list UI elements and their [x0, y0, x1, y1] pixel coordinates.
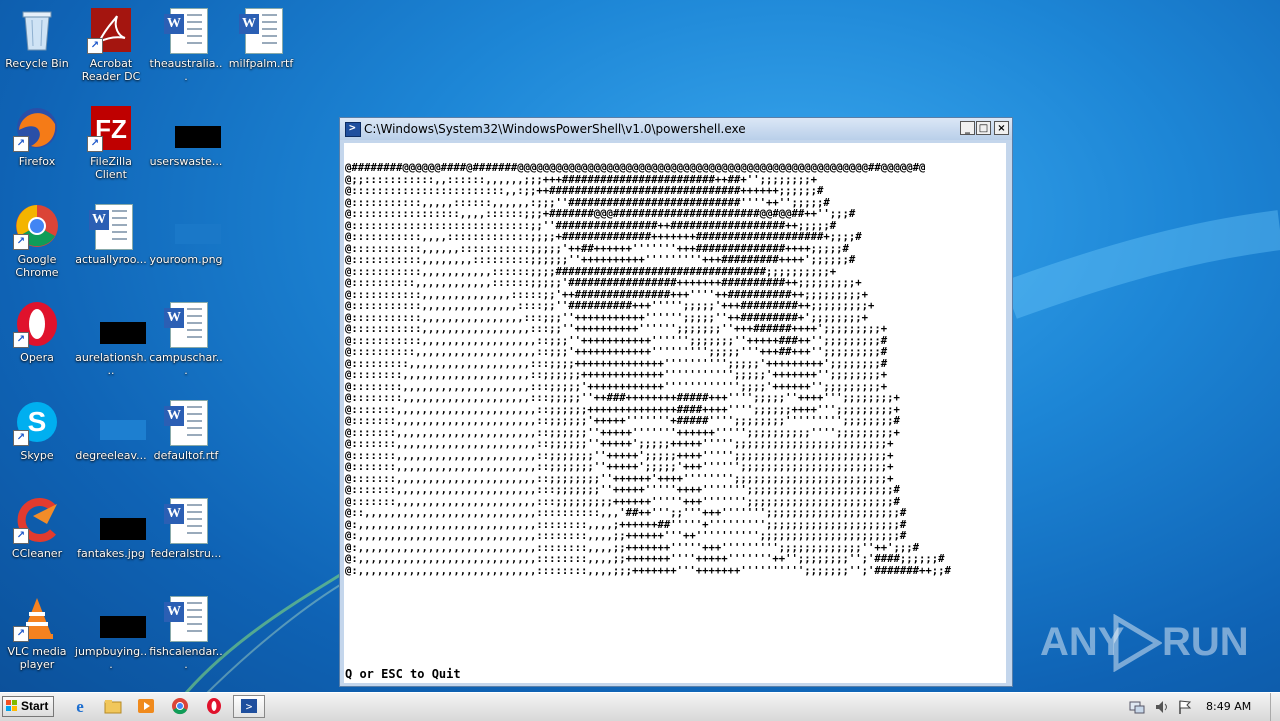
thumbnail-icon: [100, 322, 146, 344]
word-icon: W: [164, 602, 184, 622]
media-player-icon[interactable]: [136, 697, 156, 715]
desktop-icon-label: aurelationsh...: [75, 351, 147, 377]
desktop-icon-label: defaultof.rtf: [153, 449, 219, 462]
desktop-icon-label: theaustralia...: [149, 57, 223, 83]
desktop-icon-youroom[interactable]: youroom.png: [149, 202, 223, 266]
play-icon: [1113, 614, 1162, 672]
start-label: Start: [21, 699, 49, 713]
desktop-icon-label: Google Chrome: [15, 253, 59, 279]
svg-text:e: e: [76, 697, 84, 715]
close-button[interactable]: ×: [994, 121, 1009, 135]
desktop-icon-label: userswaste...: [149, 155, 223, 168]
desktop-icon-aurelationsh[interactable]: aurelationsh...: [74, 300, 148, 377]
desktop-icon-jumpbuying[interactable]: jumpbuying...: [74, 594, 148, 671]
desktop-icon-userswaste[interactable]: userswaste...: [149, 104, 223, 168]
thumbnail-icon: [100, 518, 146, 540]
show-hidden-icons-button[interactable]: ⌃: [0, 693, 1280, 712]
watermark-text-right: RUN: [1162, 620, 1249, 664]
word-icon: W: [89, 210, 109, 230]
powershell-taskbar-icon: >: [241, 699, 257, 713]
desktop-icon-actuallyroo[interactable]: W actuallyroo...: [74, 202, 148, 266]
desktop-icon-google-chrome[interactable]: ↗ Google Chrome: [0, 202, 74, 279]
desktop-icon-recycle-bin[interactable]: Recycle Bin: [0, 6, 74, 70]
thumbnail-icon: [100, 616, 146, 638]
shortcut-arrow-icon: ↗: [13, 430, 29, 446]
desktop-icon-milfpalm[interactable]: W milfpalm.rtf: [224, 6, 298, 70]
thumbnail-icon: [100, 420, 146, 440]
shortcut-arrow-icon: ↗: [87, 38, 103, 54]
desktop-icon-label: fantakes.jpg: [77, 547, 145, 560]
chrome-taskbar-icon[interactable]: [170, 697, 190, 715]
thumbnail-icon: [175, 126, 221, 148]
desktop-icon-label: fishcalendar...: [149, 645, 223, 671]
anyrun-watermark: ANY RUN: [1040, 612, 1249, 672]
desktop-icon-defaultof[interactable]: W defaultof.rtf: [149, 398, 223, 462]
internet-explorer-icon[interactable]: e: [70, 697, 90, 715]
action-center-flag-icon[interactable]: [1177, 699, 1193, 715]
recycle-bin-icon: [22, 11, 52, 51]
window-titlebar[interactable]: C:\Windows\System32\WindowsPowerShell\v1…: [340, 118, 1012, 140]
svg-text:>: >: [246, 700, 253, 713]
word-icon: W: [164, 14, 184, 34]
shortcut-arrow-icon: ↗: [13, 528, 29, 544]
desktop-icon-label: FileZilla Client: [90, 155, 132, 181]
desktop-icon-label: Opera: [20, 351, 54, 364]
desktop-icon-label: CCleaner: [11, 547, 63, 560]
word-icon: W: [164, 406, 184, 426]
shortcut-arrow-icon: ↗: [13, 234, 29, 250]
word-icon: W: [164, 504, 184, 524]
desktop-icon-fantakes[interactable]: fantakes.jpg: [74, 496, 148, 560]
opera-taskbar-icon[interactable]: [204, 697, 224, 715]
window-title: C:\Windows\System32\WindowsPowerShell\v1…: [364, 122, 746, 136]
desktop-icon-opera[interactable]: ↗ Opera: [0, 300, 74, 364]
desktop-icon-federalstru[interactable]: W federalstru...: [149, 496, 223, 560]
show-desktop-button[interactable]: [1270, 693, 1280, 721]
taskbar-powershell-button[interactable]: >: [233, 695, 265, 718]
powershell-icon: [345, 121, 361, 137]
windows-flag-icon: [6, 700, 18, 712]
console-area[interactable]: @########@@@@@@####@#######@@@@@@@@@@@@@…: [344, 143, 1006, 683]
desktop-icon-label: VLC media player: [7, 645, 67, 671]
desktop-icon-skype[interactable]: S ↗ Skype: [0, 398, 74, 462]
desktop-icon-filezilla[interactable]: FZ ↗ FileZilla Client: [74, 104, 148, 181]
shortcut-arrow-icon: ↗: [13, 332, 29, 348]
taskbar-clock[interactable]: 8:49 AM: [1206, 700, 1251, 713]
volume-icon[interactable]: [1154, 699, 1170, 715]
desktop-icon-degreeleav[interactable]: degreeleav...: [74, 398, 148, 462]
thumbnail-icon: [175, 224, 221, 244]
desktop-icon-label: Firefox: [18, 155, 56, 168]
network-icon[interactable]: [1129, 699, 1145, 715]
desktop-icon-fishcalendar[interactable]: W fishcalendar...: [149, 594, 223, 671]
maximize-button[interactable]: □: [976, 121, 991, 135]
desktop-icon-label: Recycle Bin: [5, 57, 69, 70]
file-explorer-icon[interactable]: [103, 697, 123, 715]
word-icon: W: [239, 14, 259, 34]
desktop-icon-label: Skype: [20, 449, 54, 462]
shortcut-arrow-icon: ↗: [13, 136, 29, 152]
desktop-icon-ccleaner[interactable]: ↗ CCleaner: [0, 496, 74, 560]
start-button[interactable]: Start: [2, 696, 54, 717]
desktop-icon-firefox[interactable]: ↗ Firefox: [0, 104, 74, 168]
desktop-icon-label: degreeleav...: [75, 449, 147, 462]
desktop-icon-label: campuschar...: [149, 351, 223, 377]
word-icon: W: [164, 308, 184, 328]
desktop-icon-acrobat[interactable]: ↗ Acrobat Reader DC: [74, 6, 148, 83]
shortcut-arrow-icon: ↗: [13, 626, 29, 642]
desktop-icon-theaustralia[interactable]: W theaustralia...: [149, 6, 223, 83]
desktop-icon-campuschar[interactable]: W campuschar...: [149, 300, 223, 377]
desktop-icon-label: federalstru...: [150, 547, 222, 560]
ascii-art-output: @########@@@@@@####@#######@@@@@@@@@@@@@…: [345, 162, 951, 577]
desktop-icon-label: Acrobat Reader DC: [81, 57, 141, 83]
desktop-icon-label: jumpbuying...: [74, 645, 148, 671]
desktop-icon-label: youroom.png: [149, 253, 223, 266]
desktop-icon-vlc[interactable]: ↗ VLC media player: [0, 594, 74, 671]
shortcut-arrow-icon: ↗: [87, 136, 103, 152]
desktop-icon-label: actuallyroo...: [75, 253, 147, 266]
svg-text:S: S: [28, 406, 47, 437]
quit-hint: Q or ESC to Quit: [345, 667, 461, 681]
taskbar: Start e > ⌃ 8:49 AM: [0, 692, 1280, 721]
minimize-button[interactable]: _: [960, 121, 975, 135]
powershell-window[interactable]: C:\Windows\System32\WindowsPowerShell\v1…: [339, 117, 1013, 687]
desktop-icon-label: milfpalm.rtf: [228, 57, 294, 70]
